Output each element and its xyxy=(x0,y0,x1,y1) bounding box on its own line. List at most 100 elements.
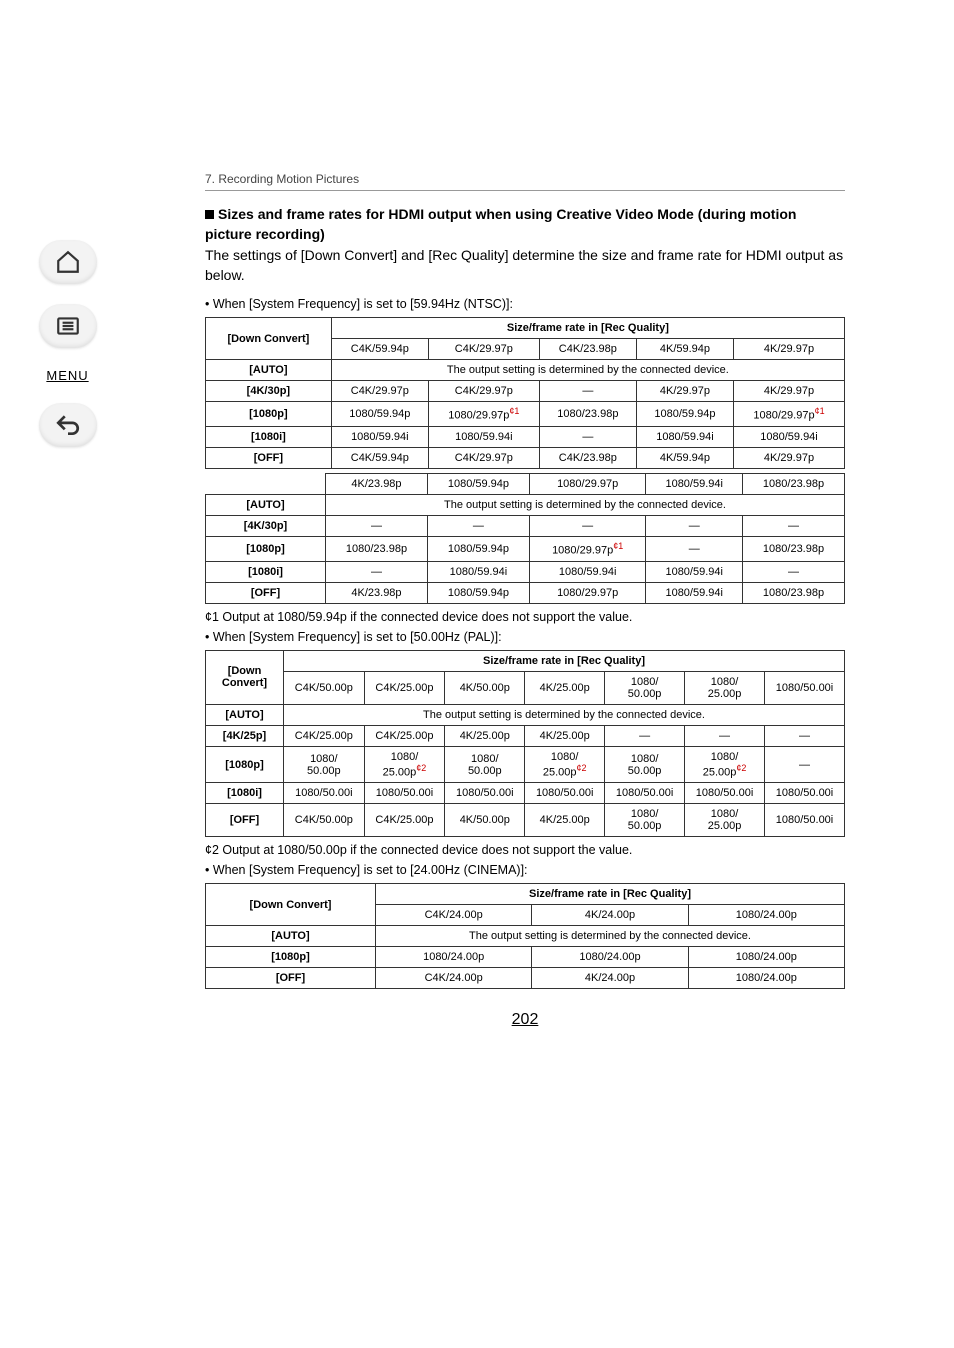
table-cell: C4K/23.98p xyxy=(539,448,636,469)
table-cell: 1080/50.00i xyxy=(765,783,845,804)
table-cell: 4K/50.00p xyxy=(445,804,525,837)
table-cell: C4K/50.00p xyxy=(284,804,365,837)
table-cell: 1080/ 50.00p xyxy=(445,746,525,783)
table-cell: C4K/24.00p xyxy=(376,968,532,989)
auto-msg: The output setting is determined by the … xyxy=(326,495,845,516)
table-cell: 1080/59.94i xyxy=(646,561,743,582)
col-down-convert: [Down Convert] xyxy=(206,884,376,926)
table-cell: 4K/29.97p xyxy=(636,381,733,402)
spacer xyxy=(206,474,326,495)
footnote-ref-2: ¢2 xyxy=(416,763,426,773)
table-cell: 1080/29.97p¢1 xyxy=(734,402,845,427)
table-cell: 4K/29.97p xyxy=(734,448,845,469)
row-1080i: [1080i] xyxy=(206,783,284,804)
table-cell: 1080/23.98p xyxy=(539,402,636,427)
row-off: [OFF] xyxy=(206,968,376,989)
footnote-ref-1: ¢1 xyxy=(815,406,825,416)
table-cell: 1080/50.00i xyxy=(525,783,605,804)
table-cell: 1080/23.98p xyxy=(326,537,428,562)
row-4k30p: [4K/30p] xyxy=(206,516,326,537)
table-cell: 1080/ 25.00p¢2 xyxy=(364,746,445,783)
auto-msg: The output setting is determined by the … xyxy=(376,926,845,947)
table-cell: — xyxy=(326,516,428,537)
table-cell: 4K/59.94p xyxy=(636,339,733,360)
table-cell: 1080/ 25.00p xyxy=(685,804,765,837)
home-button[interactable] xyxy=(39,240,97,284)
row-auto: [AUTO] xyxy=(206,495,326,516)
auto-msg: The output setting is determined by the … xyxy=(284,704,845,725)
footnote-ref-2: ¢2 xyxy=(577,763,587,773)
table-cell: 1080/24.00p xyxy=(532,947,688,968)
table-cell: 1080/59.94p xyxy=(331,402,428,427)
table-cell: C4K/25.00p xyxy=(364,725,445,746)
table-cell: 4K/25.00p xyxy=(525,671,605,704)
table-cell: 1080/59.94i xyxy=(734,427,845,448)
row-off: [OFF] xyxy=(206,448,332,469)
table-cell: — xyxy=(326,561,428,582)
table-cell: C4K/59.94p xyxy=(331,339,428,360)
table-cell: 1080/59.94i xyxy=(529,561,646,582)
table-cell: 1080/24.00p xyxy=(688,947,844,968)
footnote-ref-1: ¢1 xyxy=(509,406,519,416)
bullet-pal: • When [System Frequency] is set to [50.… xyxy=(205,630,845,644)
table-cell: C4K/29.97p xyxy=(428,339,539,360)
page-number: 202 xyxy=(205,1011,845,1029)
table-cell: — xyxy=(529,516,646,537)
back-icon xyxy=(55,412,81,438)
row-1080p: [1080p] xyxy=(206,746,284,783)
home-icon xyxy=(55,249,81,275)
table-cell: C4K/23.98p xyxy=(539,339,636,360)
table-cell: 1080/59.94p xyxy=(427,537,529,562)
table-cell: 1080/ 25.00p¢2 xyxy=(685,746,765,783)
table-cell: C4K/24.00p xyxy=(376,905,532,926)
col-rec-quality: Size/frame rate in [Rec Quality] xyxy=(376,884,845,905)
table-cell: 1080/ 25.00p xyxy=(685,671,765,704)
table-cell: 1080/59.94p xyxy=(427,582,529,603)
table-cell: 4K/29.97p xyxy=(734,339,845,360)
table-cell: 1080/23.98p xyxy=(743,537,845,562)
heading-text: Sizes and frame rates for HDMI output wh… xyxy=(205,206,796,242)
table-cell: 1080/59.94i xyxy=(427,561,529,582)
footnote-ref-2: ¢2 xyxy=(736,763,746,773)
toc-button[interactable] xyxy=(39,304,97,348)
col-rec-quality: Size/frame rate in [Rec Quality] xyxy=(284,650,845,671)
ntsc-table-b: 4K/23.98p 1080/59.94p 1080/29.97p 1080/5… xyxy=(205,473,845,604)
row-off: [OFF] xyxy=(206,804,284,837)
table-cell: C4K/29.97p xyxy=(331,381,428,402)
back-button[interactable] xyxy=(39,403,97,447)
table-cell: 1080/59.94i xyxy=(646,582,743,603)
table-cell: 1080/59.94i xyxy=(636,427,733,448)
page-content: 7. Recording Motion Pictures Sizes and f… xyxy=(205,172,845,1029)
row-1080i: [1080i] xyxy=(206,427,332,448)
table-cell: 4K/59.94p xyxy=(636,448,733,469)
table-cell: 1080/59.94i xyxy=(331,427,428,448)
col-rec-quality: Size/frame rate in [Rec Quality] xyxy=(331,318,844,339)
table-cell: 1080/ 25.00p¢2 xyxy=(525,746,605,783)
table-cell: — xyxy=(605,725,685,746)
table-cell: C4K/59.94p xyxy=(331,448,428,469)
table-cell: 1080/50.00i xyxy=(685,783,765,804)
table-cell: 1080/29.97p¢1 xyxy=(529,537,646,562)
row-1080p: [1080p] xyxy=(206,402,332,427)
table-cell: 1080/50.00i xyxy=(445,783,525,804)
table-cell: — xyxy=(743,561,845,582)
col-down-convert: [Down Convert] xyxy=(206,650,284,704)
table-cell: 4K/23.98p xyxy=(326,582,428,603)
menu-button[interactable]: MENU xyxy=(46,368,88,383)
section-heading: Sizes and frame rates for HDMI output wh… xyxy=(205,205,845,244)
table-cell: 1080/ 50.00p xyxy=(284,746,365,783)
table-cell: 1080/24.00p xyxy=(688,905,844,926)
footnote-ref-1: ¢1 xyxy=(613,541,623,551)
footnote-1: ¢1 Output at 1080/59.94p if the connecte… xyxy=(205,610,845,624)
table-cell: — xyxy=(427,516,529,537)
pal-table: [Down Convert] Size/frame rate in [Rec Q… xyxy=(205,650,845,838)
table-cell: 4K/25.00p xyxy=(525,804,605,837)
table-cell: C4K/25.00p xyxy=(364,804,445,837)
table-cell: — xyxy=(539,427,636,448)
square-bullet-icon xyxy=(205,210,214,219)
table-cell: 1080/50.00i xyxy=(765,804,845,837)
row-off: [OFF] xyxy=(206,582,326,603)
table-cell: — xyxy=(646,537,743,562)
table-cell: 1080/59.94i xyxy=(428,427,539,448)
table-cell: — xyxy=(685,725,765,746)
